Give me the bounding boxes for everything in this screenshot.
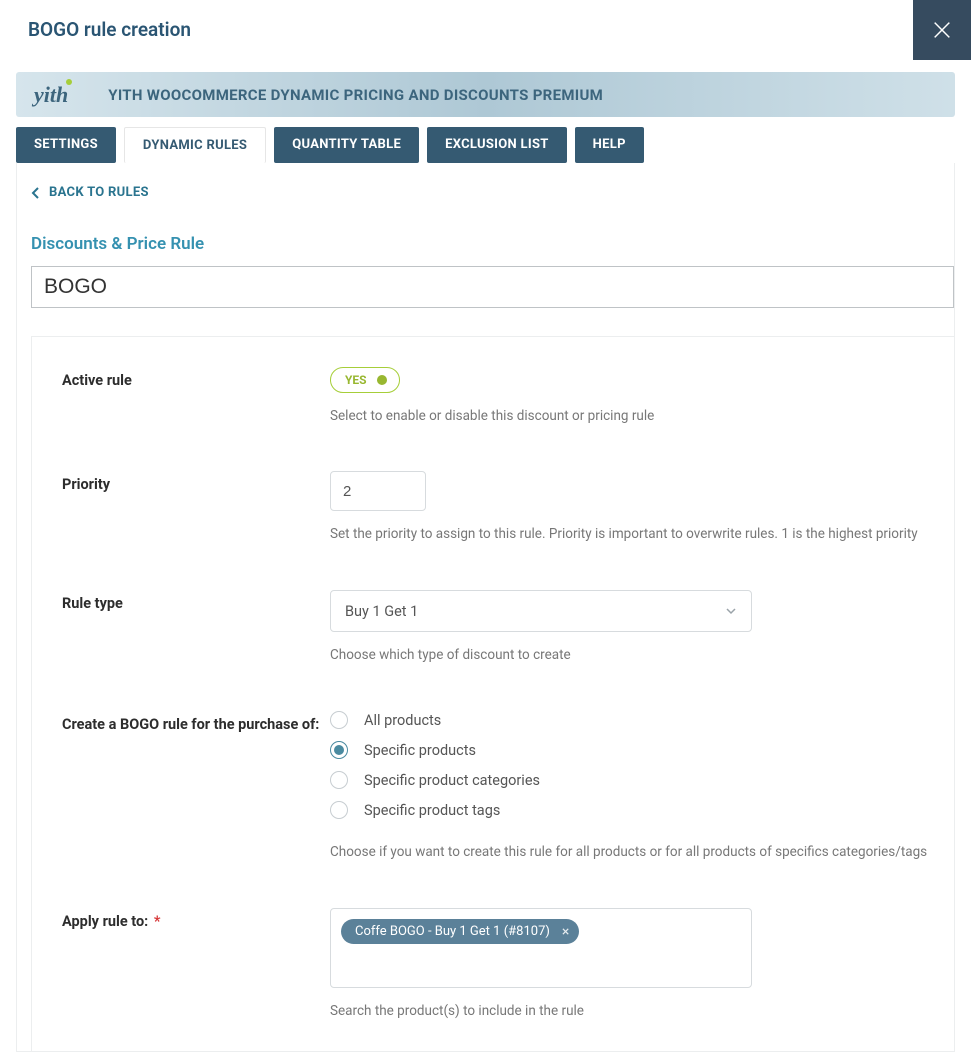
radio-label: Specific product categories <box>364 772 540 789</box>
yith-logo: yith <box>34 82 68 108</box>
main-panel: BACK TO RULES Discounts & Price Rule Act… <box>16 163 955 1052</box>
rule-type-label: Rule type <box>62 590 330 614</box>
chevron-down-icon <box>725 605 737 617</box>
back-link-label: BACK TO RULES <box>49 185 149 200</box>
rule-type-selected: Buy 1 Get 1 <box>345 603 418 620</box>
radio-specific-products[interactable]: Specific products <box>330 741 934 759</box>
priority-help: Set the priority to assign to this rule.… <box>330 525 934 544</box>
radio-specific-categories[interactable]: Specific product categories <box>330 771 934 789</box>
bogo-for-radio-group: All products Specific products Specific … <box>330 711 934 819</box>
plugin-banner: yith YITH WOOCOMMERCE DYNAMIC PRICING AN… <box>16 72 955 117</box>
apply-to-product-selector[interactable]: Coffe BOGO - Buy 1 Get 1 (#8107) × <box>330 908 752 988</box>
radio-label: All products <box>364 712 441 729</box>
chevron-left-icon <box>31 186 41 200</box>
tab-dynamic-rules[interactable]: DYNAMIC RULES <box>124 127 266 163</box>
toggle-text: YES <box>345 373 367 387</box>
tab-settings[interactable]: SETTINGS <box>16 127 116 163</box>
active-rule-toggle[interactable]: YES <box>330 367 400 393</box>
required-mark: * <box>154 913 161 930</box>
chip-remove-icon[interactable]: × <box>562 925 569 939</box>
priority-label: Priority <box>62 471 330 495</box>
rule-name-input[interactable] <box>31 266 954 308</box>
modal-title: BOGO rule creation <box>0 0 191 41</box>
product-chip-label: Coffe BOGO - Buy 1 Get 1 (#8107) <box>355 924 550 939</box>
tab-help[interactable]: HELP <box>575 127 644 163</box>
back-to-rules-link[interactable]: BACK TO RULES <box>31 185 149 200</box>
rule-type-help: Choose which type of discount to create <box>330 646 934 665</box>
tab-exclusion-list[interactable]: EXCLUSION LIST <box>427 127 567 163</box>
radio-label: Specific product tags <box>364 802 500 819</box>
active-rule-label: Active rule <box>62 367 330 391</box>
toggle-dot-icon <box>377 375 387 385</box>
active-rule-help: Select to enable or disable this discoun… <box>330 407 934 426</box>
close-icon <box>931 19 953 41</box>
priority-input[interactable] <box>330 471 426 511</box>
bogo-for-label: Create a BOGO rule for the purchase of: <box>62 711 330 735</box>
close-button[interactable] <box>913 0 971 60</box>
radio-label: Specific products <box>364 742 476 759</box>
radio-all-products[interactable]: All products <box>330 711 934 729</box>
apply-to-label: Apply rule to: * <box>62 908 330 932</box>
apply-to-help: Search the product(s) to include in the … <box>330 1002 934 1021</box>
tab-bar: SETTINGS DYNAMIC RULES QUANTITY TABLE EX… <box>16 127 955 163</box>
product-chip: Coffe BOGO - Buy 1 Get 1 (#8107) × <box>341 919 579 944</box>
plugin-title: YITH WOOCOMMERCE DYNAMIC PRICING AND DIS… <box>108 86 603 104</box>
bogo-for-help: Choose if you want to create this rule f… <box>330 843 934 862</box>
rule-type-select[interactable]: Buy 1 Get 1 <box>330 590 752 632</box>
radio-specific-tags[interactable]: Specific product tags <box>330 801 934 819</box>
section-title: Discounts & Price Rule <box>31 234 954 254</box>
form-box: Active rule YES Select to enable or disa… <box>31 336 954 1051</box>
tab-quantity-table[interactable]: QUANTITY TABLE <box>274 127 419 163</box>
